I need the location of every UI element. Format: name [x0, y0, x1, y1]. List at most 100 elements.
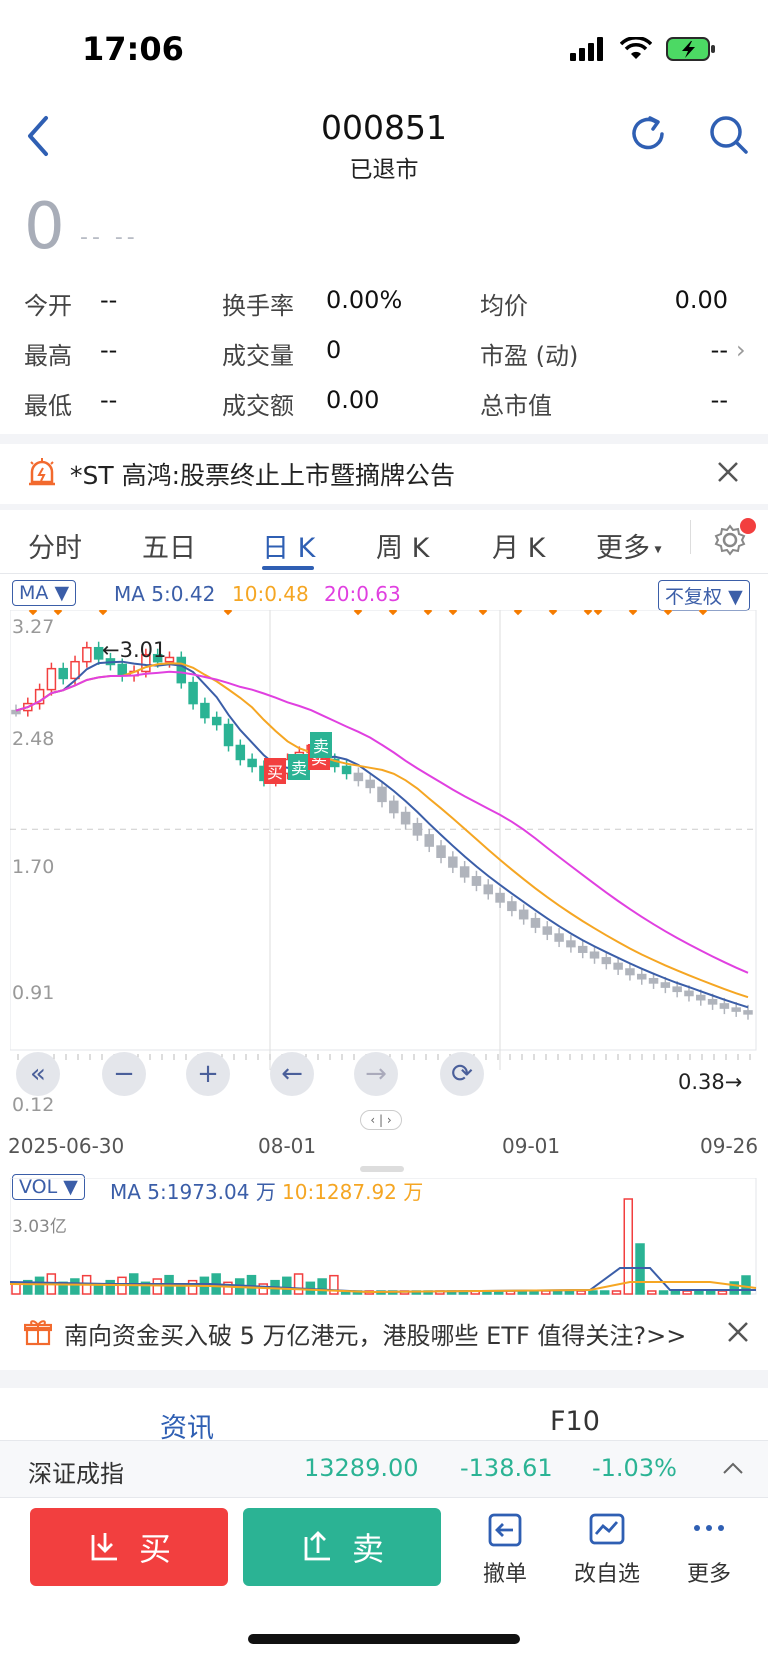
candle [660, 982, 671, 988]
candle [636, 973, 647, 980]
candle [389, 800, 399, 814]
kline-chart[interactable] [10, 610, 758, 1120]
candle [11, 709, 21, 715]
cellular-icon [570, 37, 603, 61]
notification-dot [740, 518, 756, 534]
tab-monthly-k[interactable]: 月 K [492, 526, 545, 565]
y-tick: 0.12 [12, 1094, 55, 1116]
candle [648, 978, 659, 984]
candle [46, 667, 57, 691]
volume-bar [611, 1290, 622, 1295]
stat-value: -- [710, 386, 728, 414]
notice-text: *ST 高鸿:股票终止上市暨摘牌公告 [70, 461, 456, 490]
volume-bar [682, 1290, 692, 1295]
candle [625, 968, 635, 976]
more-button[interactable]: 更多 [664, 1510, 754, 1588]
volume-bar [647, 1290, 657, 1295]
status-icons [570, 36, 716, 62]
tab-f10[interactable]: F10 [550, 1406, 600, 1437]
candle [613, 962, 623, 970]
index-value: 13289.00 [304, 1454, 419, 1482]
volume-bar [282, 1276, 292, 1295]
cancel-order-button[interactable]: 撤单 [460, 1510, 550, 1588]
candle [82, 646, 92, 663]
pan-left-button[interactable]: ← [270, 1052, 314, 1096]
indicator-select[interactable]: MA ▼ [12, 580, 77, 606]
rotate-button[interactable]: ⟳ [440, 1052, 484, 1096]
low-marker: 0.38→ [678, 1070, 743, 1094]
tab-weekly-k[interactable]: 周 K [376, 526, 429, 565]
volume-bar [187, 1279, 198, 1295]
caret-down-icon: ▼ [54, 582, 70, 604]
battery-charging-icon [666, 37, 715, 61]
candle [448, 856, 458, 868]
tab-underline [262, 566, 314, 570]
refresh-icon[interactable] [626, 112, 670, 156]
candle [731, 1007, 741, 1012]
volume-bar [670, 1290, 681, 1295]
tab-five-day[interactable]: 五日 [142, 526, 196, 565]
wifi-icon [620, 37, 652, 59]
candle [601, 957, 612, 965]
y-tick: 2.48 [12, 728, 55, 750]
volume-bar [552, 1290, 563, 1295]
candle [707, 998, 718, 1005]
stat-value: 0.00% [326, 286, 403, 314]
zoom-in-button[interactable]: + [186, 1052, 230, 1096]
tab-more[interactable]: 更多 ▾ [596, 526, 661, 565]
stat-value: -- [100, 286, 118, 314]
stat-value: -- [710, 336, 728, 364]
stat-label: 今开 [24, 292, 72, 320]
search-icon[interactable] [706, 112, 750, 156]
signal-diamond [583, 610, 593, 616]
candle [424, 834, 434, 847]
status-time: 17:06 [82, 30, 184, 68]
adjust-select[interactable]: 不复权 ▼ [658, 580, 750, 611]
buy-button[interactable]: 买 [30, 1508, 228, 1586]
index-name: 深证成指 [28, 1460, 124, 1488]
close-icon[interactable] [716, 460, 740, 484]
sell-button[interactable]: 卖 [243, 1508, 441, 1586]
plus-icon: + [197, 1059, 219, 1089]
edit-watchlist-button[interactable]: 改自选 [562, 1510, 652, 1588]
home-indicator [248, 1634, 520, 1644]
signal-diamond [423, 610, 433, 616]
x-tick: 09-01 [502, 1134, 561, 1158]
candle [377, 786, 387, 803]
x-tick: 2025-06-30 [8, 1134, 125, 1158]
candle [247, 758, 257, 768]
volume-bar [541, 1290, 551, 1295]
buy-label: 买 [138, 1530, 171, 1568]
drag-handle[interactable]: ‹ | › [360, 1110, 402, 1130]
ma5-line [15, 660, 749, 1009]
alarm-icon [29, 458, 55, 486]
tab-intraday[interactable]: 分时 [28, 526, 82, 565]
signal-diamond [628, 610, 638, 616]
chevron-up-icon[interactable] [722, 1460, 744, 1476]
candle [566, 940, 576, 948]
signal-diamond [478, 610, 488, 616]
volume-chart[interactable] [10, 1178, 758, 1296]
edit-watchlist-label: 改自选 [573, 1562, 640, 1587]
watchlist-chart-icon [589, 1513, 625, 1545]
sell-tag: 卖 [310, 732, 333, 758]
candle [400, 811, 411, 825]
signal-diamond [663, 610, 673, 616]
stat-value: 0.00 [326, 386, 380, 414]
cancel-order-label: 撤单 [482, 1562, 527, 1587]
chevron-right-icon[interactable]: › [736, 336, 746, 364]
volume-bar [317, 1278, 327, 1295]
adjust-label: 不复权 [665, 586, 723, 608]
rotate-icon: ⟳ [451, 1059, 473, 1089]
candle [365, 779, 375, 789]
arrow-right-icon: → [365, 1059, 387, 1089]
high-marker: ←3.01 [102, 638, 167, 662]
close-icon[interactable] [726, 1320, 750, 1344]
volume-bar [717, 1290, 728, 1295]
double-chevron-left-icon: « [30, 1059, 46, 1089]
rewind-button[interactable]: « [16, 1052, 60, 1096]
resize-handle[interactable] [360, 1166, 404, 1172]
pan-right-button[interactable]: → [354, 1052, 398, 1096]
zoom-out-button[interactable]: − [102, 1052, 146, 1096]
tab-daily-k[interactable]: 日 K [262, 526, 315, 565]
